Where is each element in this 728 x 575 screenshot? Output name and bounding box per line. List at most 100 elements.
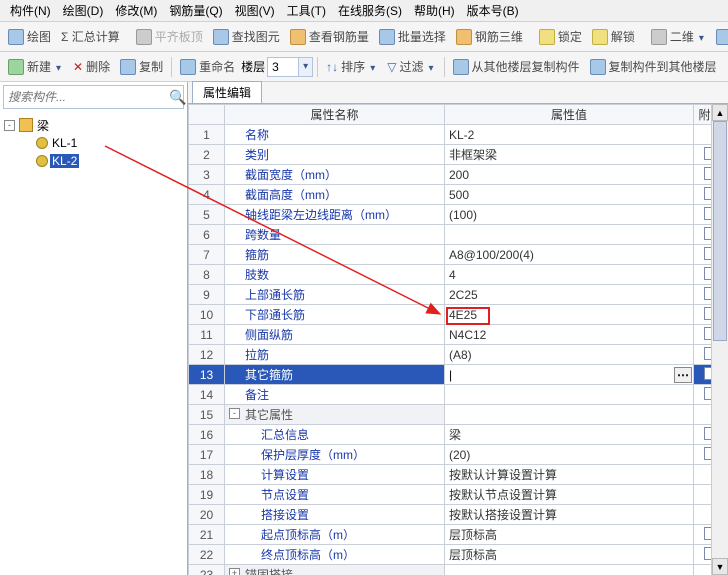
menu-item[interactable]: 修改(M) (109, 0, 163, 21)
row-number: 15 (189, 405, 225, 425)
property-value[interactable]: KL-2 (445, 125, 694, 145)
table-row[interactable]: 6跨数量 (189, 225, 728, 245)
table-row[interactable]: 7箍筋A8@100/200(4) (189, 245, 728, 265)
property-name: 箍筋 (225, 245, 445, 265)
property-value[interactable]: 500 (445, 185, 694, 205)
table-row[interactable]: 1名称KL-2 (189, 125, 728, 145)
table-row[interactable]: 3截面宽度（mm）200 (189, 165, 728, 185)
new-button[interactable]: 新建 (4, 56, 67, 77)
property-value[interactable]: 梁 (445, 425, 694, 445)
view2d-button[interactable]: 二维 (647, 26, 710, 47)
chevron-down-icon (426, 60, 435, 74)
property-value[interactable]: 按默认节点设置计算 (445, 485, 694, 505)
tree-root[interactable]: - 梁 (2, 116, 185, 134)
find-button[interactable]: 查找图元 (209, 26, 284, 47)
scroll-up-icon[interactable]: ▲ (712, 104, 728, 121)
table-row[interactable]: 11侧面纵筋N4C12 (189, 325, 728, 345)
unlock-button[interactable]: 解锁 (588, 26, 639, 47)
sigma-button[interactable]: Σ 汇总计算 (57, 26, 124, 47)
property-value[interactable]: 层顶标高 (445, 545, 694, 565)
table-row[interactable]: 2类别非框架梁 (189, 145, 728, 165)
search-icon[interactable]: 🔍 (169, 86, 186, 108)
lock-button[interactable]: 锁定 (535, 26, 586, 47)
delete-button[interactable]: ✕删除 (69, 56, 114, 77)
table-row[interactable]: 10下部通长筋4E25 (189, 305, 728, 325)
property-value[interactable]: |⋯ (445, 365, 694, 385)
property-value[interactable] (445, 385, 694, 405)
component-tree[interactable]: - 梁 KL-1 KL-2 (0, 112, 187, 575)
table-row[interactable]: 17保护层厚度（mm）(20) (189, 445, 728, 465)
scroll-down-icon[interactable]: ▼ (712, 558, 728, 575)
minus-icon[interactable]: - (229, 408, 240, 419)
property-value[interactable] (445, 225, 694, 245)
property-value[interactable]: 非框架梁 (445, 145, 694, 165)
rebar-button[interactable]: 查看钢筋量 (286, 26, 373, 47)
table-row[interactable]: 16汇总信息梁 (189, 425, 728, 445)
table-row[interactable]: 13其它箍筋|⋯ (189, 365, 728, 385)
table-row[interactable]: 4截面高度（mm）500 (189, 185, 728, 205)
copy-from-button[interactable]: 从其他楼层复制构件 (449, 56, 584, 77)
scroll-thumb[interactable] (713, 121, 727, 341)
menu-item[interactable]: 工具(T) (281, 0, 332, 21)
plus-icon[interactable]: + (229, 568, 240, 575)
property-value[interactable]: A8@100/200(4) (445, 245, 694, 265)
property-value[interactable]: 按默认搭接设置计算 (445, 505, 694, 525)
property-value[interactable] (445, 565, 694, 575)
vertical-scrollbar[interactable]: ▲ ▼ (711, 104, 728, 575)
property-value[interactable]: 200 (445, 165, 694, 185)
property-value[interactable]: 2C25 (445, 285, 694, 305)
property-value[interactable]: (100) (445, 205, 694, 225)
draw-button[interactable]: 绘图 (4, 26, 55, 47)
search-input[interactable] (4, 86, 169, 108)
flat-button[interactable]: 平齐板顶 (132, 26, 207, 47)
table-row[interactable]: 5轴线距梁左边线距离（mm）(100) (189, 205, 728, 225)
menu-item[interactable]: 在线服务(S) (332, 0, 408, 21)
property-value[interactable]: (A8) (445, 345, 694, 365)
rename-button[interactable]: 重命名 (176, 56, 239, 77)
table-row[interactable]: 21起点顶标高（m）层顶标高 (189, 525, 728, 545)
property-value[interactable]: 层顶标高 (445, 525, 694, 545)
filter-button[interactable]: ▽过滤 (383, 56, 439, 77)
tab-property-edit[interactable]: 属性编辑 (192, 81, 262, 103)
table-row[interactable]: 12拉筋(A8) (189, 345, 728, 365)
batch-button[interactable]: 批量选择 (375, 26, 450, 47)
property-grid[interactable]: 属性名称 属性值 附加 1名称KL-22类别非框架梁3截面宽度（mm）2004截… (188, 104, 728, 575)
toolbar-main: 绘图 Σ 汇总计算 平齐板顶 查找图元 查看钢筋量 批量选择 钢筋三维 锁定 解… (0, 22, 728, 52)
floor-combo[interactable]: 3 (267, 57, 313, 77)
menu-item[interactable]: 构件(N) (4, 0, 57, 21)
table-row[interactable]: 19节点设置按默认节点设置计算 (189, 485, 728, 505)
menu-item[interactable]: 帮助(H) (408, 0, 461, 21)
table-row[interactable]: 15-其它属性 (189, 405, 728, 425)
copy-button[interactable]: 复制 (116, 56, 167, 77)
tree-item[interactable]: KL-2 (2, 152, 185, 170)
search-box: 🔍 (3, 85, 184, 109)
table-row[interactable]: 23+锚固搭接 (189, 565, 728, 575)
property-value[interactable] (445, 405, 694, 425)
rebar3d-button[interactable]: 钢筋三维 (452, 26, 527, 47)
floor-label: 楼层 (241, 58, 265, 75)
property-value[interactable]: N4C12 (445, 325, 694, 345)
topview-button[interactable]: 俯 (712, 26, 728, 47)
table-row[interactable]: 14备注 (189, 385, 728, 405)
minus-icon[interactable]: - (4, 120, 15, 131)
property-value[interactable]: (20) (445, 445, 694, 465)
property-name: +锚固搭接 (225, 565, 445, 575)
menu-item[interactable]: 钢筋量(Q) (163, 0, 228, 21)
table-row[interactable]: 18计算设置按默认计算设置计算 (189, 465, 728, 485)
property-value[interactable]: 按默认计算设置计算 (445, 465, 694, 485)
table-row[interactable]: 20搭接设置按默认搭接设置计算 (189, 505, 728, 525)
menu-item[interactable]: 版本号(B) (461, 0, 525, 21)
table-row[interactable]: 9上部通长筋2C25 (189, 285, 728, 305)
sort-button[interactable]: ↑↓排序 (322, 56, 381, 77)
row-number: 23 (189, 565, 225, 575)
menu-item[interactable]: 绘图(D) (57, 0, 110, 21)
copy-to-button[interactable]: 复制构件到其他楼层 (586, 56, 721, 77)
table-row[interactable]: 8肢数4 (189, 265, 728, 285)
ellipsis-button[interactable]: ⋯ (674, 367, 692, 383)
property-value[interactable]: 4 (445, 265, 694, 285)
table-row[interactable]: 22终点顶标高（m）层顶标高 (189, 545, 728, 565)
property-name: 侧面纵筋 (225, 325, 445, 345)
tree-item[interactable]: KL-1 (2, 134, 185, 152)
property-value[interactable]: 4E25 (445, 305, 694, 325)
menu-item[interactable]: 视图(V) (229, 0, 281, 21)
